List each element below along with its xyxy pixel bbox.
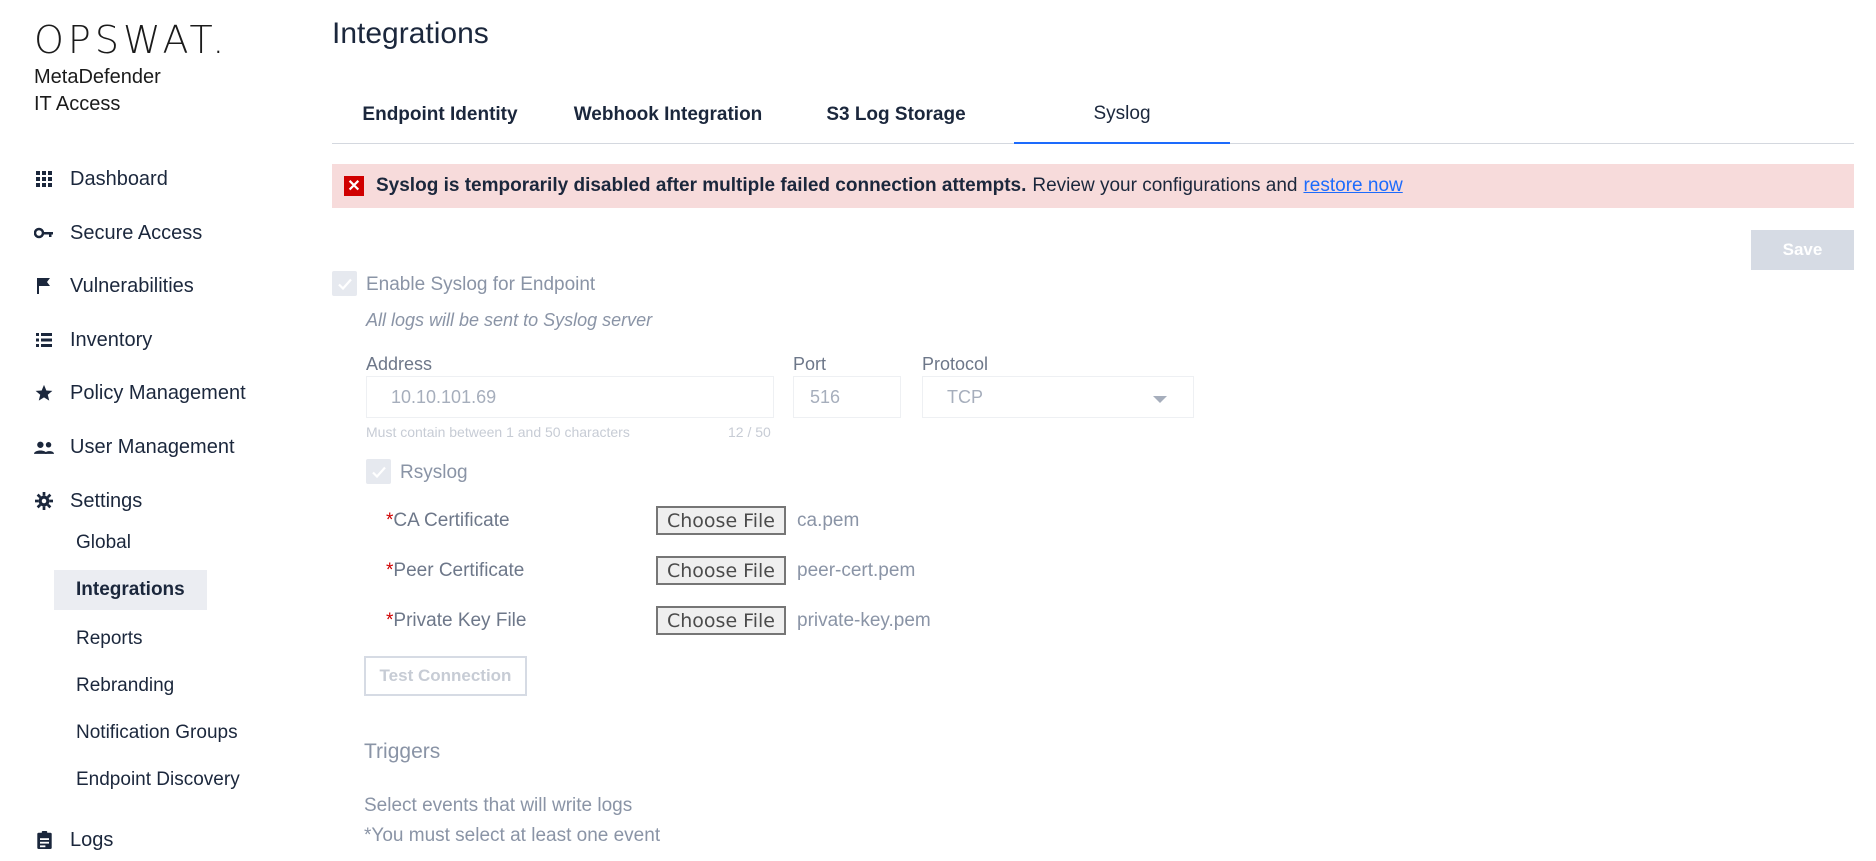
sidebar-item-logs[interactable]: Logs — [34, 825, 113, 855]
rsyslog-label: Rsyslog — [400, 462, 468, 483]
port-label: Port — [793, 354, 827, 374]
sidebar-item-label: User Management — [70, 435, 235, 458]
enable-syslog-label: Enable Syslog for Endpoint — [366, 274, 596, 295]
private-key-file-label: *Private Key File — [386, 610, 526, 632]
sidebar-item-policy-management[interactable]: Policy Management — [34, 378, 246, 408]
tab-s3-log-storage[interactable]: S3 Log Storage — [788, 86, 1004, 144]
sidebar-subitem-global[interactable]: Global — [54, 523, 153, 563]
page-title: Integrations — [332, 17, 489, 50]
sidebar-item-settings[interactable]: Settings — [34, 486, 142, 516]
gear-icon — [34, 491, 54, 511]
clipboard-icon — [34, 830, 54, 850]
sidebar-item-label: Secure Access — [70, 221, 203, 244]
check-icon — [337, 278, 352, 290]
protocol-selected-value: TCP — [947, 386, 983, 407]
enable-syslog-hint: All logs will be sent to Syslog server — [366, 310, 653, 330]
product-name: MetaDefender IT Access — [34, 64, 161, 118]
sidebar-item-vulnerabilities[interactable]: Vulnerabilities — [34, 271, 194, 301]
grid-icon — [34, 169, 54, 189]
test-connection-button[interactable]: Test Connection — [364, 656, 527, 696]
tab-syslog[interactable]: Syslog — [1014, 86, 1230, 144]
tab-webhook-integration[interactable]: Webhook Integration — [548, 86, 788, 144]
peer-certificate-file-name: peer-cert.pem — [797, 560, 916, 581]
check-icon — [371, 466, 386, 478]
sidebar-item-label: Settings — [70, 489, 143, 512]
triggers-note: *You must select at least one event — [364, 825, 661, 846]
ca-certificate-label: *CA Certificate — [386, 510, 510, 532]
port-input[interactable]: 516 — [793, 376, 901, 418]
private-key-file-label-text: Private Key File — [393, 610, 527, 631]
sidebar-item-dashboard[interactable]: Dashboard — [34, 164, 168, 194]
sidebar-item-label: Dashboard — [70, 167, 168, 190]
sidebar: OPSWAT. MetaDefender IT Access Dashboard… — [0, 0, 300, 861]
sidebar-item-label: Vulnerabilities — [70, 274, 194, 297]
tab-endpoint-identity[interactable]: Endpoint Identity — [332, 86, 548, 144]
peer-certificate-label-text: Peer Certificate — [393, 560, 525, 581]
alert-message-rest: Review your configurations and — [1032, 175, 1298, 196]
integration-tabs: Endpoint Identity Webhook Integration S3… — [332, 86, 1854, 144]
protocol-label: Protocol — [922, 354, 989, 374]
sidebar-item-label: Logs — [70, 828, 114, 851]
address-input[interactable]: 10.10.101.69 — [366, 376, 774, 418]
triggers-title: Triggers — [364, 740, 441, 763]
alert-message-strong: Syslog is temporarily disabled after mul… — [376, 175, 1027, 196]
save-button[interactable]: Save — [1751, 230, 1854, 270]
sidebar-item-secure-access[interactable]: Secure Access — [34, 218, 202, 248]
triggers-description: Select events that will write logs — [364, 795, 633, 816]
product-name-line1: MetaDefender — [34, 66, 161, 88]
ca-certificate-label-text: CA Certificate — [393, 510, 510, 531]
private-key-choose-file-button[interactable]: Choose File — [656, 606, 786, 635]
peer-certificate-label: *Peer Certificate — [386, 560, 524, 582]
address-char-count: 12 / 50 — [728, 424, 771, 440]
address-hint: Must contain between 1 and 50 characters — [366, 424, 630, 440]
opswat-logo[interactable]: OPSWAT. — [34, 18, 228, 62]
sidebar-subitem-rebranding[interactable]: Rebranding — [54, 666, 196, 706]
sidebar-item-label: Inventory — [70, 328, 153, 351]
star-icon — [34, 383, 54, 403]
sidebar-item-inventory[interactable]: Inventory — [34, 325, 152, 355]
sidebar-subitem-endpoint-discovery[interactable]: Endpoint Discovery — [54, 760, 262, 800]
chevron-down-icon — [1153, 396, 1167, 403]
sidebar-item-user-management[interactable]: User Management — [34, 432, 235, 462]
peer-certificate-choose-file-button[interactable]: Choose File — [656, 556, 786, 585]
product-name-line2: IT Access — [34, 93, 121, 115]
people-icon — [34, 437, 54, 457]
rsyslog-checkbox[interactable] — [366, 459, 391, 484]
enable-syslog-checkbox[interactable] — [332, 271, 357, 296]
key-icon — [34, 223, 54, 243]
sidebar-subitem-integrations[interactable]: Integrations — [54, 570, 207, 610]
sidebar-item-label: Policy Management — [70, 381, 246, 404]
error-x-icon: ✕ — [344, 176, 364, 196]
ca-certificate-choose-file-button[interactable]: Choose File — [656, 506, 786, 535]
address-label: Address — [366, 354, 433, 374]
private-key-file-name: private-key.pem — [797, 610, 931, 631]
ca-certificate-file-name: ca.pem — [797, 510, 860, 531]
sidebar-subitem-notification-groups[interactable]: Notification Groups — [54, 713, 260, 753]
protocol-select[interactable]: TCP — [922, 376, 1194, 418]
restore-now-link[interactable]: restore now — [1303, 175, 1402, 197]
error-alert: ✕ Syslog is temporarily disabled after m… — [332, 164, 1854, 208]
sidebar-subitem-reports[interactable]: Reports — [54, 619, 165, 659]
flag-icon — [34, 276, 54, 296]
list-icon — [34, 330, 54, 350]
